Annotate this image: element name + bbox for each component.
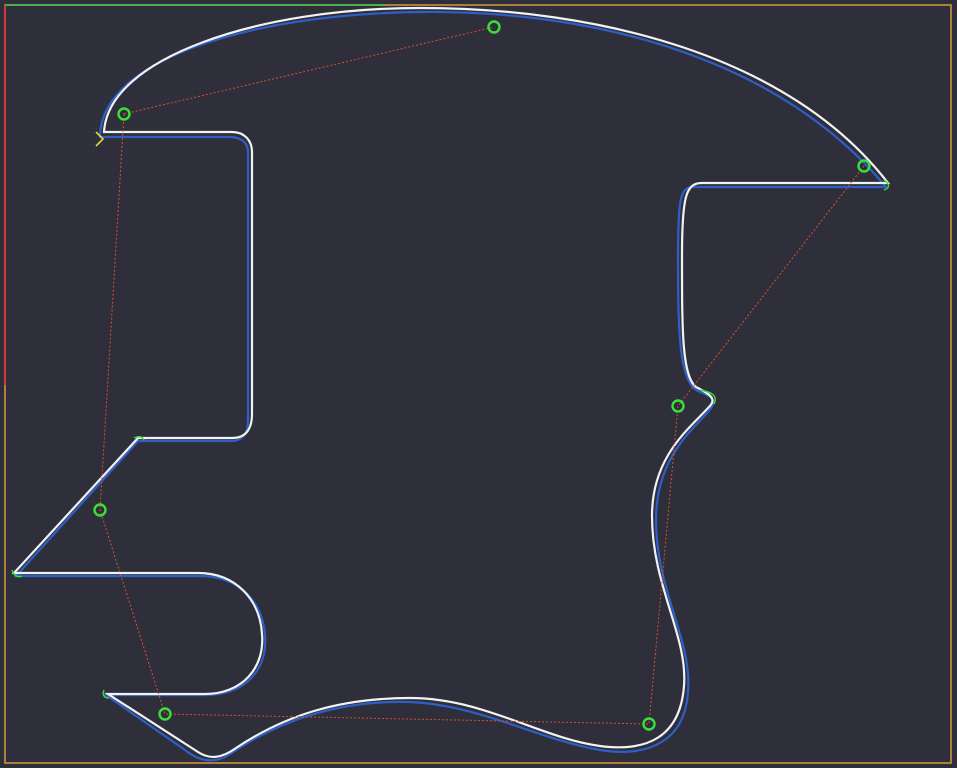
cad-canvas-viewport[interactable] <box>0 0 957 768</box>
circle-marker-icon[interactable] <box>642 717 656 731</box>
circle-marker-icon[interactable] <box>158 707 172 721</box>
grid-region <box>6 6 202 196</box>
rapid-move-path <box>99 113 865 725</box>
circle-marker-icon[interactable] <box>671 399 685 413</box>
tab-markers <box>93 20 871 731</box>
toolpath-canvas[interactable] <box>0 0 957 768</box>
